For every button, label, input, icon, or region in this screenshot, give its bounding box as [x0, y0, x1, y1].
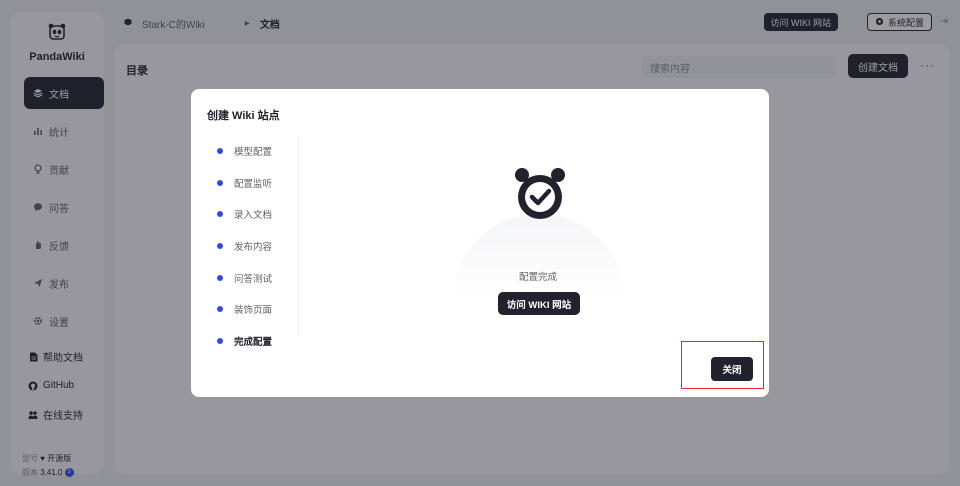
close-button-highlight	[681, 341, 764, 389]
step-item: 装饰页面	[217, 293, 298, 325]
step-dot	[217, 242, 223, 249]
done-text: 配置完成	[518, 272, 557, 283]
step-dot	[217, 147, 223, 154]
step-label: 发布内容	[234, 241, 273, 253]
step-dot	[217, 211, 223, 218]
step-label: 配置监听	[234, 178, 273, 190]
step-item: 发布内容	[217, 230, 298, 262]
step-dot	[217, 306, 223, 313]
step-item: 配置监听	[217, 167, 298, 199]
step-item-current: 完成配置	[217, 325, 298, 357]
step-item: 录入文档	[217, 198, 298, 230]
modal-visit-wiki-button[interactable]: 访问 WIKI 网站	[498, 292, 580, 315]
alarm-clock-check-icon	[515, 168, 565, 219]
modal-title: 创建 Wiki 站点	[207, 110, 280, 122]
step-label: 录入文档	[234, 210, 273, 222]
step-dot	[217, 179, 223, 186]
hero-backdrop	[453, 214, 625, 300]
step-item: 模型配置	[217, 135, 298, 167]
step-label: 完成配置	[234, 336, 273, 348]
step-list: 模型配置 配置监听 录入文档 发布内容 问答测试 装饰页面 完成配置	[217, 135, 299, 348]
step-label: 模型配置	[234, 146, 273, 158]
step-label: 装饰页面	[234, 305, 273, 317]
step-dot	[217, 337, 223, 344]
